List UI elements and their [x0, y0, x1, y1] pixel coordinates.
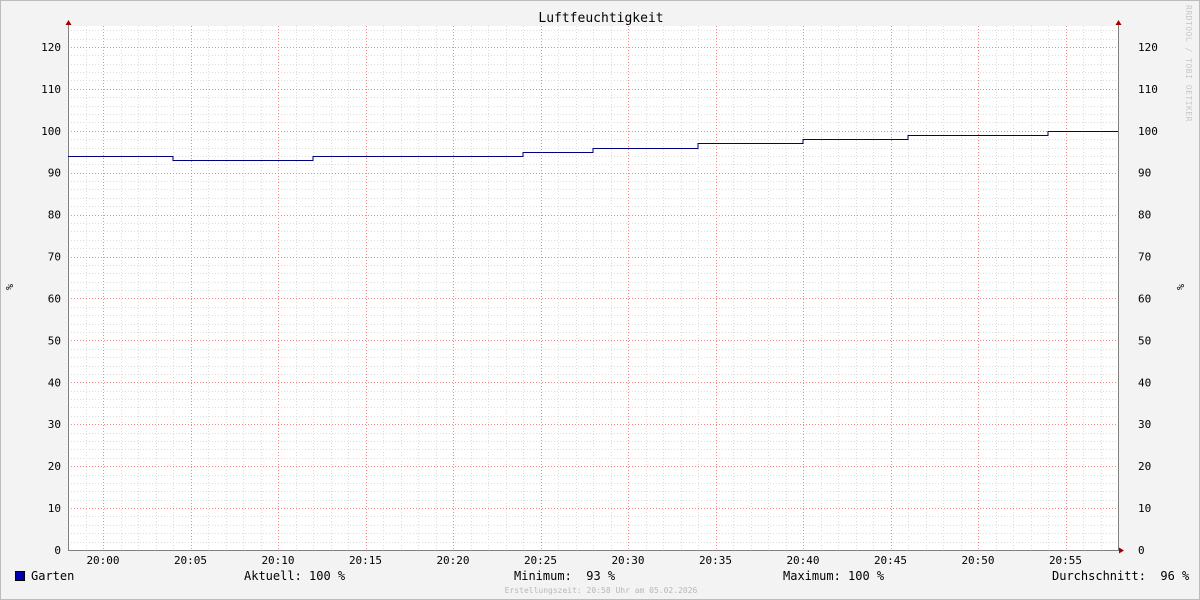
y-tick-label-right: 10 — [1138, 502, 1151, 515]
x-tick-label: 20:55 — [1049, 554, 1082, 567]
legend-label-garten: Garten — [31, 569, 75, 583]
y-tick-label-right: 100 — [1138, 125, 1158, 138]
x-tick-label: 20:45 — [874, 554, 907, 567]
y-tick-label-right: 90 — [1138, 167, 1151, 180]
y-tick-label-right: 60 — [1138, 292, 1151, 305]
y-tick-label-left: 10 — [48, 502, 61, 515]
rrdtool-watermark: RRDTOOL / TOBI OETIKER — [1184, 5, 1193, 122]
x-tick-label: 20:30 — [611, 554, 644, 567]
x-tick-label: 20:15 — [349, 554, 382, 567]
y-axis-label-right: % — [1176, 284, 1187, 290]
humidity-chart: 0 0 10 10 20 20 30 30 40 40 50 50 60 60 70 70 80 80 90 90 10… — [5, 20, 1187, 567]
x-tick-label: 20:40 — [786, 554, 819, 567]
stat-maximum: Maximum: 100 % — [783, 569, 885, 583]
x-tick-label: 20:20 — [436, 554, 469, 567]
x-tick-label: 20:00 — [86, 554, 119, 567]
y-tick-label-left: 90 — [48, 167, 61, 180]
stat-aktuell: Aktuell: 100 % — [244, 569, 346, 583]
y-tick-label-right: 0 — [1138, 544, 1145, 557]
chart-title: Luftfeuchtigkeit — [538, 11, 664, 26]
y-tick-label-right: 70 — [1138, 251, 1151, 264]
footer-timestamp: Erstellungszeit: 20:58 Uhr am 05.02.2026 — [504, 586, 698, 595]
stat-minimum: Minimum: 93 % — [514, 569, 616, 583]
y-tick-label-left: 80 — [48, 209, 61, 222]
x-tick-label: 20:35 — [699, 554, 732, 567]
y-tick-label-right: 50 — [1138, 334, 1151, 347]
y-tick-label-left: 100 — [41, 125, 61, 138]
y-tick-label-right: 80 — [1138, 209, 1151, 222]
legend-swatch-garten — [15, 571, 25, 581]
y-tick-label-left: 120 — [41, 41, 61, 54]
y-tick-label-right: 120 — [1138, 41, 1158, 54]
x-tick-label: 20:05 — [174, 554, 207, 567]
y-axis-label-left: % — [5, 284, 16, 290]
y-tick-label-left: 60 — [48, 292, 61, 305]
stat-durchschnitt: Durchschnitt: 96 % — [1052, 569, 1190, 583]
y-tick-label-left: 50 — [48, 334, 61, 347]
graph-frame: 0 0 10 10 20 20 30 30 40 40 50 50 60 60 70 70 80 80 90 90 10… — [0, 0, 1200, 600]
y-tick-label-right: 20 — [1138, 460, 1151, 473]
y-tick-label-left: 110 — [41, 83, 61, 96]
x-axis-arrow — [1119, 547, 1124, 554]
y-tick-label-left: 0 — [54, 544, 61, 557]
y-tick-label-left: 30 — [48, 418, 61, 431]
y-tick-label-right: 110 — [1138, 83, 1158, 96]
x-tick-label: 20:50 — [961, 554, 994, 567]
y-tick-label-right: 30 — [1138, 418, 1151, 431]
y-tick-label-left: 70 — [48, 251, 61, 264]
x-tick-label: 20:25 — [524, 554, 557, 567]
y-tick-label-left: 40 — [48, 376, 61, 389]
y-tick-label-left: 20 — [48, 460, 61, 473]
y-tick-label-right: 40 — [1138, 376, 1151, 389]
x-tick-label: 20:10 — [261, 554, 294, 567]
